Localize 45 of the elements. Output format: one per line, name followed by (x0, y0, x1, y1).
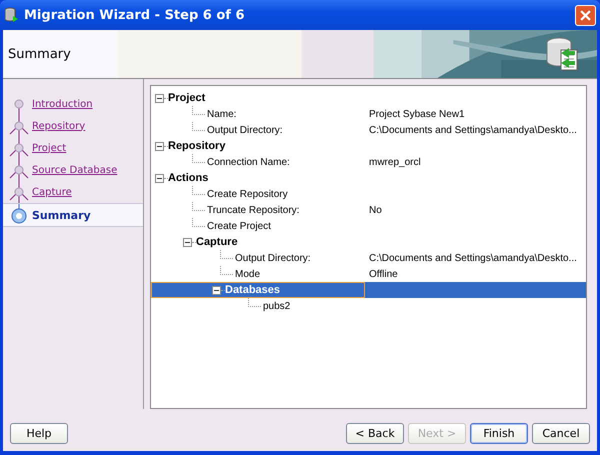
step-link[interactable]: Capture (32, 186, 72, 198)
step-icon (9, 115, 29, 137)
tree-group-label[interactable]: Databases (225, 284, 280, 296)
property-label[interactable]: Output Directory: (235, 252, 311, 264)
collapse-icon[interactable] (183, 238, 192, 246)
collapse-icon[interactable] (155, 94, 164, 102)
property-value: C:\Documents and Settings\amandya\Deskto... (369, 252, 577, 264)
dialog-button[interactable]: Finish (470, 422, 528, 444)
property-value: Offline (369, 268, 398, 280)
property-value: C:\Documents and Settings\amandya\Deskto... (369, 124, 577, 136)
step-icon (9, 137, 29, 159)
step-link[interactable]: Source Database (32, 164, 118, 176)
property-label[interactable]: Create Repository (207, 188, 288, 200)
close-button[interactable] (575, 4, 596, 26)
step-link[interactable]: Introduction (32, 98, 93, 110)
selected-row[interactable]: Databases (151, 282, 586, 298)
step-link[interactable]: Repository (32, 120, 86, 132)
tree-group-label[interactable]: Project (168, 92, 206, 104)
property-value: Project Sybase New1 (369, 108, 465, 120)
property-label[interactable]: Mode (235, 268, 260, 280)
property-label[interactable]: Output Directory: (207, 124, 283, 136)
page-title: Summary (7, 46, 72, 62)
property-label[interactable]: Create Project (207, 220, 271, 232)
tree-group-label[interactable]: Actions (168, 172, 208, 184)
close-icon (580, 10, 591, 20)
property-label[interactable]: Truncate Repository: (207, 204, 300, 216)
property-value: No (369, 204, 382, 216)
property-value: mwrep_orcl (369, 156, 421, 168)
property-label[interactable]: Name: (207, 108, 236, 120)
dialog-button[interactable]: Cancel (532, 422, 590, 444)
step-icon (9, 159, 29, 181)
collapse-icon[interactable] (155, 142, 164, 150)
tree-group-label[interactable]: Capture (196, 236, 238, 248)
step-link[interactable]: Project (32, 142, 66, 154)
step-label: Summary (32, 208, 91, 222)
window-title: Migration Wizard - Step 6 of 6 (24, 8, 246, 22)
property-label[interactable]: Connection Name: (207, 156, 290, 168)
dialog-button[interactable]: Help (10, 422, 68, 444)
tree-group-label[interactable]: Repository (168, 140, 226, 152)
collapse-icon[interactable] (155, 174, 164, 182)
collapse-icon[interactable] (212, 286, 221, 294)
step-icon (9, 181, 29, 203)
database-icon (4, 7, 20, 23)
dialog-button[interactable]: < Back (346, 422, 404, 444)
property-label[interactable]: pubs2 (263, 300, 290, 312)
